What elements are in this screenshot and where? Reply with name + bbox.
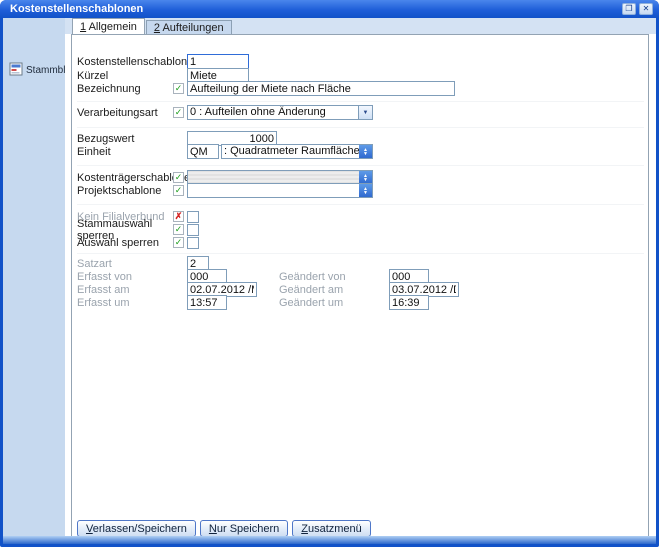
geaendert-von-label: Geändert von bbox=[279, 271, 389, 283]
edit-check-icon: ✓ bbox=[173, 185, 184, 196]
tabpage-allgemein: Kostenstellenschablone Kürzel Bezeichnun… bbox=[71, 34, 649, 537]
stammblatt-icon bbox=[9, 62, 23, 79]
auswahl-sperren-checkbox[interactable] bbox=[187, 237, 199, 249]
chevron-down-icon[interactable]: ▼ bbox=[358, 106, 372, 119]
verarbeitungsart-select[interactable]: 0 : Aufteilen ohne Änderung ▼ bbox=[187, 105, 373, 120]
kostenstellenschablone-input[interactable] bbox=[187, 54, 249, 69]
close-icon[interactable]: ✕ bbox=[639, 3, 653, 15]
main-area: 1 Allgemein 2 Aufteilungen Kostenstellen… bbox=[65, 18, 656, 544]
projektschablone-select[interactable]: ▲▼ bbox=[187, 183, 373, 198]
button-bar: Verlassen/Speichern Nur Speichern Zusatz… bbox=[77, 520, 371, 537]
einheit-code-input[interactable] bbox=[187, 144, 219, 159]
bezeichnung-input[interactable] bbox=[187, 81, 455, 96]
edit-check-icon: ✓ bbox=[173, 107, 184, 118]
window-title: Kostenstellenschablonen bbox=[10, 0, 619, 18]
bezeichnung-label: Bezeichnung bbox=[77, 83, 173, 95]
row-einheit: Einheit : Quadratmeter Raumfläche ▲▼ bbox=[77, 144, 373, 159]
projektschablone-label: Projektschablone bbox=[77, 185, 173, 197]
spinner-icon[interactable]: ▲▼ bbox=[359, 184, 372, 197]
kuerzel-label: Kürzel bbox=[77, 70, 187, 82]
tab-aufteilungen[interactable]: 2 Aufteilungen bbox=[146, 20, 232, 34]
tab-allgemein[interactable]: 1 Allgemein bbox=[72, 18, 145, 34]
satzart-label: Satzart bbox=[77, 258, 187, 270]
erfasst-von-label: Erfasst von bbox=[77, 271, 187, 283]
edit-check-icon: ✓ bbox=[173, 172, 184, 183]
erfasst-um-label: Erfasst um bbox=[77, 297, 187, 309]
row-erfasst-um: Erfasst um bbox=[77, 295, 227, 310]
divider bbox=[77, 253, 644, 254]
row-auswahl-sperren: Auswahl sperren ✓ bbox=[77, 235, 199, 250]
divider bbox=[77, 127, 644, 128]
kostentraegerschablone-label: Kostenträgerschablone bbox=[77, 172, 173, 184]
nur-speichern-button[interactable]: Nur Speichern bbox=[200, 520, 288, 537]
divider bbox=[77, 204, 644, 205]
verlassen-speichern-button[interactable]: Verlassen/Speichern bbox=[77, 520, 196, 537]
row-kostenstellenschablone: Kostenstellenschablone bbox=[77, 54, 249, 69]
row-bezeichnung: Bezeichnung ✓ bbox=[77, 81, 455, 96]
titlebar[interactable]: Kostenstellenschablonen ❐ ✕ bbox=[0, 0, 659, 18]
stammauswahl-sperren-checkbox[interactable] bbox=[187, 224, 199, 236]
window-body: Stammblatt 1 Allgemein 2 Aufteilungen Ko… bbox=[3, 18, 656, 544]
geaendert-um-label: Geändert um bbox=[279, 297, 389, 309]
row-geaendert-um: Geändert um bbox=[279, 295, 429, 310]
divider bbox=[77, 165, 644, 166]
edit-check-icon: ✓ bbox=[173, 224, 184, 235]
einheit-select[interactable]: : Quadratmeter Raumfläche ▲▼ bbox=[221, 144, 373, 159]
bezugswert-label: Bezugswert bbox=[77, 133, 187, 145]
bottom-gradient-bar bbox=[3, 536, 656, 544]
spinner-icon[interactable]: ▲▼ bbox=[359, 145, 372, 158]
tab-strip: 1 Allgemein 2 Aufteilungen bbox=[65, 18, 656, 34]
erfasst-am-label: Erfasst am bbox=[77, 284, 187, 296]
kein-filialverbund-checkbox[interactable] bbox=[187, 211, 199, 223]
auswahl-sperren-label: Auswahl sperren bbox=[77, 237, 173, 249]
sidebar: Stammblatt bbox=[3, 18, 65, 544]
edit-check-icon: ✓ bbox=[173, 83, 184, 94]
geaendert-um-input[interactable] bbox=[389, 295, 429, 310]
divider bbox=[77, 101, 644, 102]
erfasst-um-input[interactable] bbox=[187, 295, 227, 310]
einheit-label: Einheit bbox=[77, 146, 187, 158]
kostenstellenschablone-label: Kostenstellenschablone bbox=[77, 56, 187, 68]
row-projektschablone: Projektschablone ✓ ▲▼ bbox=[77, 183, 373, 198]
maximize-icon[interactable]: ❐ bbox=[622, 3, 636, 15]
zusatzmenue-button[interactable]: Zusatzmenü bbox=[292, 520, 371, 537]
app-window: Kostenstellenschablonen ❐ ✕ Stammblatt 1… bbox=[0, 0, 659, 547]
edit-check-icon: ✓ bbox=[173, 237, 184, 248]
geaendert-am-label: Geändert am bbox=[279, 284, 389, 296]
verarbeitungsart-label: Verarbeitungsart bbox=[77, 107, 173, 119]
locked-cross-icon: ✗ bbox=[173, 211, 184, 222]
row-verarbeitungsart: Verarbeitungsart ✓ 0 : Aufteilen ohne Än… bbox=[77, 105, 373, 120]
